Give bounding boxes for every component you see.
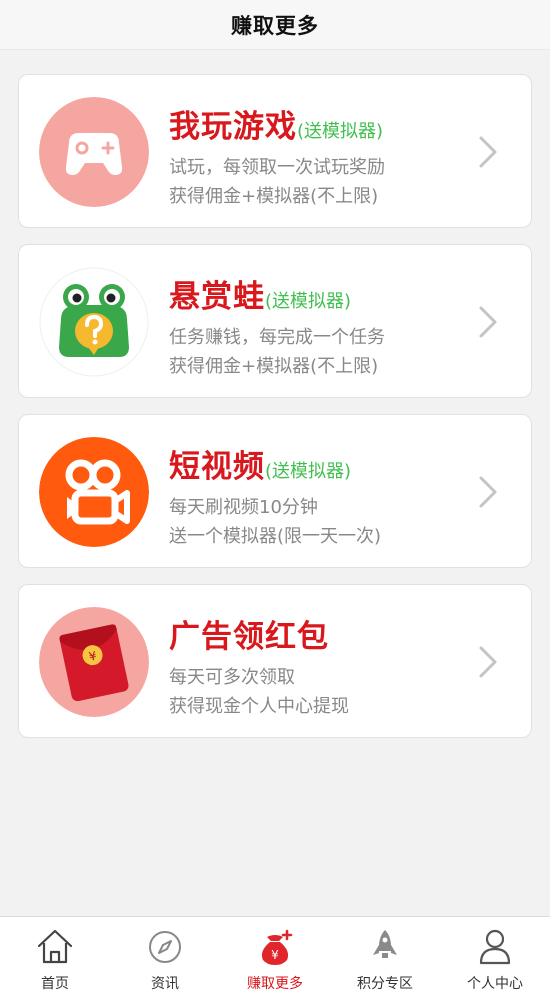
card-description: 每天可多次领取 获得现金个人中心提现 [169, 663, 349, 721]
top-bar: 赚取更多 [0, 0, 550, 50]
chevron-right-icon[interactable] [467, 472, 507, 512]
chevron-right-icon[interactable] [467, 132, 507, 172]
tab-label: 个人中心 [467, 976, 523, 992]
tab-label: 赚取更多 [247, 976, 303, 992]
card-title: 广告领红包 [169, 619, 329, 655]
card-short-video[interactable]: 短视频(送模拟器) 每天刷视频10分钟 送一个模拟器(限一天一次) [18, 414, 532, 568]
card-tag: (送模拟器) [265, 461, 352, 482]
card-desc-line-2: 送一个模拟器(限一天一次) [169, 526, 382, 547]
card-desc-line-1: 每天可多次领取 [169, 667, 295, 688]
chevron-right-icon[interactable] [467, 302, 507, 342]
page-title: 赚取更多 [231, 13, 319, 38]
card-desc-line-2: 获得佣金+模拟器(不上限) [169, 186, 379, 207]
gamepad-icon [39, 97, 149, 207]
video-camera-icon [39, 437, 149, 547]
tab-label: 积分专区 [357, 976, 413, 992]
money-bag-icon: ¥ [255, 927, 295, 967]
tab-label: 首页 [41, 976, 69, 992]
tab-profile[interactable]: 个人中心 [440, 917, 550, 1000]
red-envelope-icon: ¥ [39, 607, 149, 717]
card-desc-line-1: 试玩，每领取一次试玩奖励 [169, 157, 385, 178]
svg-text:¥: ¥ [271, 948, 279, 962]
tab-earn-more[interactable]: ¥ 赚取更多 [220, 917, 330, 1000]
rocket-icon [365, 927, 405, 967]
chevron-right-icon[interactable] [467, 642, 507, 682]
bottom-tab-bar: 首页 资讯 ¥ 赚取更多 积分专区 个人中心 [0, 916, 550, 1000]
card-description: 试玩，每领取一次试玩奖励 获得佣金+模拟器(不上限) [169, 153, 385, 211]
card-title: 悬赏蛙 [169, 279, 265, 315]
card-title-row: 悬赏蛙(送模拟器) [169, 271, 351, 316]
tab-points-zone[interactable]: 积分专区 [330, 917, 440, 1000]
card-title-row: 广告领红包 [169, 611, 329, 656]
card-title: 我玩游戏 [169, 109, 297, 145]
card-tag: (送模拟器) [265, 291, 352, 312]
tab-label: 资讯 [151, 976, 179, 992]
card-ad-red-envelope[interactable]: ¥ 广告领红包 每天可多次领取 获得现金个人中心提现 [18, 584, 532, 738]
card-desc-line-1: 任务赚钱，每完成一个任务 [169, 327, 385, 348]
user-icon [475, 927, 515, 967]
card-title-row: 我玩游戏(送模拟器) [169, 101, 383, 146]
card-description: 任务赚钱，每完成一个任务 获得佣金+模拟器(不上限) [169, 323, 385, 381]
earn-list: 我玩游戏(送模拟器) 试玩，每领取一次试玩奖励 获得佣金+模拟器(不上限) 悬赏… [18, 74, 532, 754]
card-title-row: 短视频(送模拟器) [169, 441, 351, 486]
card-tag: (送模拟器) [297, 121, 384, 142]
home-icon [35, 927, 75, 967]
card-description: 每天刷视频10分钟 送一个模拟器(限一天一次) [169, 493, 381, 551]
card-desc-line-2: 获得现金个人中心提现 [169, 696, 349, 717]
card-bounty-frog[interactable]: 悬赏蛙(送模拟器) 任务赚钱，每完成一个任务 获得佣金+模拟器(不上限) [18, 244, 532, 398]
tab-news[interactable]: 资讯 [110, 917, 220, 1000]
card-play-games[interactable]: 我玩游戏(送模拟器) 试玩，每领取一次试玩奖励 获得佣金+模拟器(不上限) [18, 74, 532, 228]
tab-home[interactable]: 首页 [0, 917, 110, 1000]
card-title: 短视频 [169, 449, 265, 485]
card-desc-line-2: 获得佣金+模拟器(不上限) [169, 356, 379, 377]
card-desc-line-1: 每天刷视频10分钟 [169, 497, 318, 518]
frog-icon [39, 267, 149, 377]
compass-icon [145, 927, 185, 967]
